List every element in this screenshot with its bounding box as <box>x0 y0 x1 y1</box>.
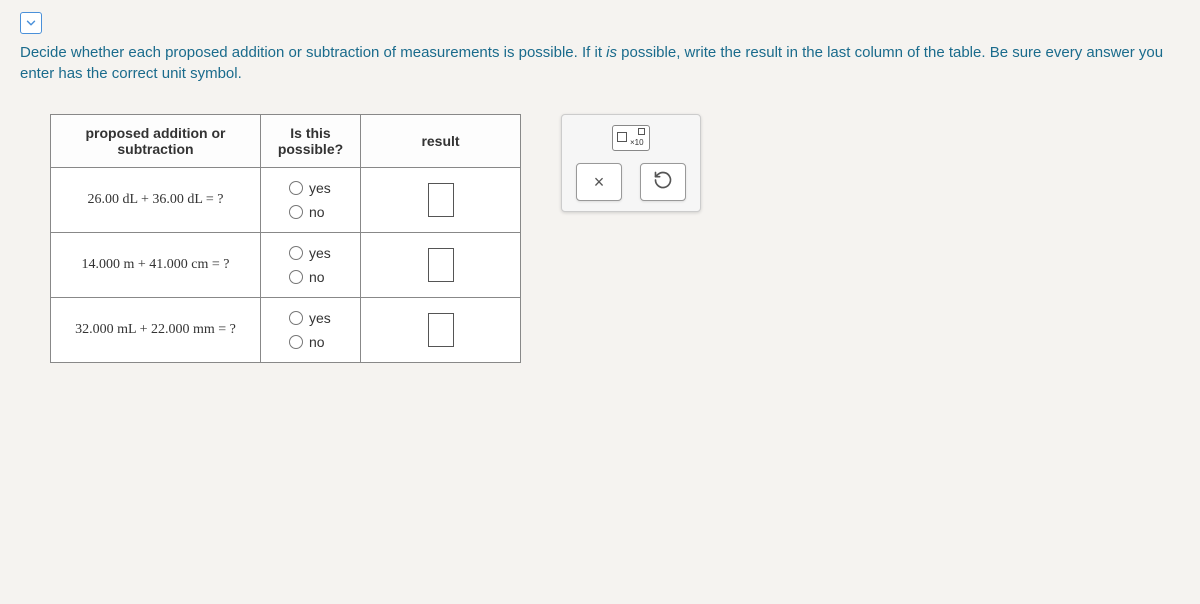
table-row: 26.00 dL + 36.00 dL = ? yes no <box>51 168 521 233</box>
exponent-placeholder-icon <box>638 128 645 135</box>
radio-label-no: no <box>309 204 325 220</box>
result-cell <box>361 233 521 298</box>
instruction-text: Decide whether each proposed addition or… <box>20 42 1170 84</box>
reset-button[interactable] <box>640 163 686 201</box>
radio-label-no: no <box>309 334 325 350</box>
equation-cell: 32.000 mL + 22.000 mm = ? <box>51 298 261 363</box>
question-table: proposed addition or subtraction Is this… <box>50 114 521 363</box>
result-input-2[interactable] <box>428 248 454 282</box>
equation-cell: 14.000 m + 41.000 cm = ? <box>51 233 261 298</box>
scientific-notation-button[interactable]: ×10 <box>612 125 650 151</box>
radio-group-3: yes no <box>271 310 350 350</box>
content-row: proposed addition or subtraction Is this… <box>20 114 1180 363</box>
radio-no-1[interactable]: no <box>289 204 325 220</box>
tool-top-row: ×10 <box>572 125 690 151</box>
instruction-italic-word: is <box>606 44 617 61</box>
radio-input-yes-1[interactable] <box>289 181 303 195</box>
clear-button[interactable]: × <box>576 163 622 201</box>
radio-input-yes-2[interactable] <box>289 246 303 260</box>
tool-panel: ×10 × <box>561 114 701 212</box>
result-cell <box>361 298 521 363</box>
radio-no-3[interactable]: no <box>289 334 325 350</box>
x-icon: × <box>594 172 605 193</box>
result-input-3[interactable] <box>428 313 454 347</box>
chevron-down-icon <box>24 16 38 30</box>
header-proposed: proposed addition or subtraction <box>51 115 261 168</box>
result-cell <box>361 168 521 233</box>
possible-cell: yes no <box>261 168 361 233</box>
collapse-toggle[interactable] <box>20 12 42 34</box>
possible-cell: yes no <box>261 233 361 298</box>
tool-bottom-row: × <box>572 163 690 201</box>
radio-yes-1[interactable]: yes <box>289 180 331 196</box>
radio-input-yes-3[interactable] <box>289 311 303 325</box>
header-possible: Is this possible? <box>261 115 361 168</box>
radio-label-yes: yes <box>309 180 331 196</box>
possible-cell: yes no <box>261 298 361 363</box>
result-input-1[interactable] <box>428 183 454 217</box>
radio-yes-2[interactable]: yes <box>289 245 331 261</box>
radio-label-no: no <box>309 269 325 285</box>
times-ten-label: ×10 <box>630 138 644 147</box>
radio-label-yes: yes <box>309 245 331 261</box>
table-row: 32.000 mL + 22.000 mm = ? yes no <box>51 298 521 363</box>
radio-group-1: yes no <box>271 180 350 220</box>
instruction-part-1: Decide whether each proposed addition or… <box>20 44 606 61</box>
radio-input-no-2[interactable] <box>289 270 303 284</box>
radio-input-no-3[interactable] <box>289 335 303 349</box>
radio-input-no-1[interactable] <box>289 205 303 219</box>
undo-icon <box>653 170 673 195</box>
radio-no-2[interactable]: no <box>289 269 325 285</box>
radio-label-yes: yes <box>309 310 331 326</box>
placeholder-box-icon <box>617 132 627 142</box>
table-header-row: proposed addition or subtraction Is this… <box>51 115 521 168</box>
header-result: result <box>361 115 521 168</box>
equation-cell: 26.00 dL + 36.00 dL = ? <box>51 168 261 233</box>
table-row: 14.000 m + 41.000 cm = ? yes no <box>51 233 521 298</box>
radio-yes-3[interactable]: yes <box>289 310 331 326</box>
radio-group-2: yes no <box>271 245 350 285</box>
